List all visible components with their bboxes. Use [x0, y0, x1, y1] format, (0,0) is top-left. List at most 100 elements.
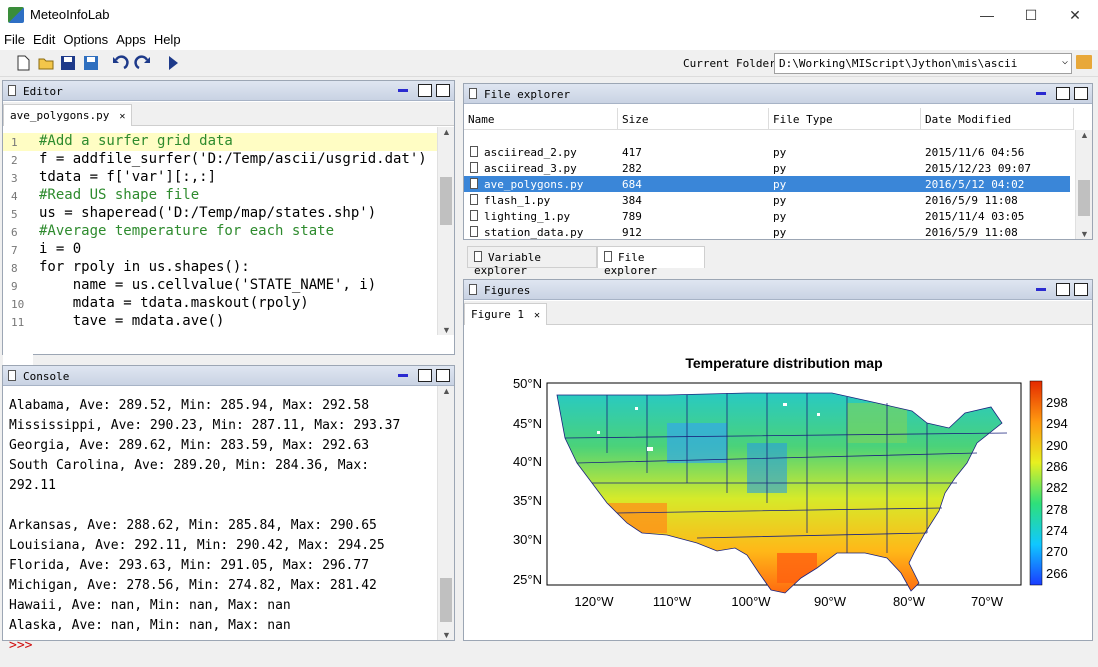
menu-options[interactable]: Options — [59, 30, 112, 47]
open-folder-icon[interactable] — [37, 54, 55, 72]
line-number: 11 — [11, 316, 25, 329]
line-number: 5 — [11, 208, 18, 221]
code-text: us = shaperead('D:/Temp/map/states.shp') — [39, 205, 377, 221]
minimize-panel-icon[interactable] — [1036, 288, 1046, 291]
colorbar-label: 266 — [1046, 566, 1068, 581]
file-date: 2016/5/9 11:08 — [925, 226, 1018, 239]
close-tab-icon[interactable]: ✕ — [534, 310, 540, 321]
file-explorer-scrollbar[interactable]: ▲ ▼ — [1075, 130, 1092, 239]
console-line: Louisiana, Ave: 292.11, Min: 290.42, Max… — [9, 538, 385, 553]
minimize-panel-icon[interactable] — [398, 89, 408, 92]
minimize-panel-icon[interactable] — [398, 374, 408, 377]
explorer-tabs: Variable explorer File explorer — [463, 246, 1093, 277]
save-as-icon[interactable] — [82, 54, 100, 72]
browse-folder-icon[interactable] — [1076, 55, 1092, 69]
column-header-date[interactable]: Date Modified — [921, 108, 1074, 130]
code-line[interactable]: 7 i = 0 — [3, 241, 439, 259]
tab-figure-1[interactable]: Figure 1 ✕ — [464, 303, 548, 325]
file-row[interactable]: lighting_1.py 789 py 2015/11/4 03:05 — [464, 208, 1070, 224]
menu-apps[interactable]: Apps — [112, 30, 150, 47]
undock-panel-icon[interactable] — [418, 369, 432, 382]
maximize-icon[interactable]: ☐ — [1016, 4, 1046, 26]
tab-ave-polygons[interactable]: ave_polygons.py ✕ — [3, 104, 133, 126]
panel-icon — [8, 370, 16, 381]
console-prompt[interactable]: >>> — [9, 638, 32, 653]
scroll-up-icon[interactable]: ▲ — [1076, 130, 1093, 140]
code-line[interactable]: 3 tdata = f['var'][:,:] — [3, 169, 439, 187]
menu-file[interactable]: File — [0, 30, 29, 47]
file-table: Name Size File Type Date Modified asciir… — [464, 108, 1074, 239]
chevron-down-icon[interactable]: ⌵ — [1062, 56, 1068, 67]
close-tab-icon[interactable]: ✕ — [119, 111, 125, 122]
redo-icon[interactable] — [134, 54, 152, 72]
column-header-type[interactable]: File Type — [769, 108, 921, 130]
code-line[interactable]: 4 #Read US shape file — [3, 187, 439, 205]
maximize-panel-icon[interactable] — [1074, 283, 1088, 296]
chart-title: Temperature distribution map — [685, 355, 882, 371]
new-file-icon[interactable] — [14, 54, 32, 72]
maximize-panel-icon[interactable] — [1074, 87, 1088, 100]
console-line: Alabama, Ave: 289.52, Min: 285.94, Max: … — [9, 398, 370, 413]
code-line[interactable]: 8 for rpoly in us.shapes(): — [3, 259, 439, 277]
colorbar-label: 282 — [1046, 480, 1068, 495]
tab-file-explorer[interactable]: File explorer — [597, 246, 705, 277]
scroll-thumb[interactable] — [1078, 180, 1090, 216]
editor-scrollbar[interactable]: ▲ ▼ — [437, 127, 454, 335]
scroll-down-icon[interactable]: ▼ — [438, 325, 455, 335]
menu-help[interactable]: Help — [150, 30, 185, 47]
code-line[interactable]: 5 us = shaperead('D:/Temp/map/states.shp'… — [3, 205, 439, 223]
file-type: py — [773, 146, 787, 159]
colorbar-label: 278 — [1046, 502, 1068, 517]
close-icon[interactable]: ✕ — [1060, 4, 1090, 26]
maximize-panel-icon[interactable] — [436, 369, 450, 382]
file-row[interactable]: station_data.py 912 py 2016/5/9 11:08 — [464, 224, 1070, 239]
maximize-panel-icon[interactable] — [436, 84, 450, 97]
column-header-size[interactable]: Size — [618, 108, 769, 130]
save-icon[interactable] — [59, 54, 77, 72]
file-size: 684 — [622, 178, 642, 191]
file-size: 417 — [622, 146, 642, 159]
lat-label: 40°N — [513, 454, 542, 469]
colorbar-label: 286 — [1046, 459, 1068, 474]
column-header-name[interactable]: Name — [464, 108, 618, 130]
undock-panel-icon[interactable] — [1056, 283, 1070, 296]
scroll-up-icon[interactable]: ▲ — [438, 386, 455, 396]
file-name: lighting_1.py — [484, 210, 571, 223]
file-list: asciiread_2.py 417 py 2015/11/6 04:56 as… — [464, 130, 1074, 239]
menu-edit[interactable]: Edit — [29, 30, 59, 47]
file-row-selected[interactable]: ave_polygons.py 684 py 2016/5/12 04:02 — [464, 176, 1070, 192]
scroll-thumb[interactable] — [440, 177, 452, 225]
code-line[interactable]: 2 f = addfile_surfer('D:/Temp/ascii/usgri… — [3, 151, 439, 169]
colorbar-label: 294 — [1046, 416, 1068, 431]
code-line[interactable]: 9 name = us.cellvalue('STATE_NAME', i) — [3, 277, 439, 295]
panel-controls — [398, 83, 450, 97]
code-line[interactable]: 11 tave = mdata.ave() — [3, 313, 439, 331]
console-scrollbar[interactable]: ▲ ▼ — [437, 386, 454, 640]
line-number: 7 — [11, 244, 18, 257]
console-line: Florida, Ave: 293.63, Min: 291.05, Max: … — [9, 558, 370, 573]
undock-panel-icon[interactable] — [1056, 87, 1070, 100]
code-line[interactable]: 1 #Add a surfer grid data — [3, 133, 439, 151]
code-line[interactable]: 10 mdata = tdata.maskout(rpoly) — [3, 295, 439, 313]
file-date: 2015/11/4 03:05 — [925, 210, 1025, 223]
scroll-down-icon[interactable]: ▼ — [1076, 229, 1093, 239]
undo-icon[interactable] — [111, 54, 129, 72]
minimize-panel-icon[interactable] — [1036, 92, 1046, 95]
file-row[interactable]: flash_1.py 384 py 2016/5/9 11:08 — [464, 192, 1070, 208]
code-line[interactable]: 6 #Average temperature for each state — [3, 223, 439, 241]
run-icon[interactable] — [164, 54, 182, 72]
console-output[interactable]: Alabama, Ave: 289.52, Min: 285.94, Max: … — [3, 386, 440, 653]
file-size: 789 — [622, 210, 642, 223]
line-number: 9 — [11, 280, 18, 293]
file-row[interactable]: asciiread_2.py 417 py 2015/11/6 04:56 — [464, 144, 1070, 160]
scroll-down-icon[interactable]: ▼ — [438, 630, 455, 640]
current-folder-input[interactable]: D:\Working\MIScript\Jython\mis\ascii ⌵ — [774, 53, 1072, 74]
tab-variable-explorer[interactable]: Variable explorer — [467, 246, 597, 277]
scroll-up-icon[interactable]: ▲ — [438, 127, 455, 137]
file-row[interactable]: asciiread_3.py 282 py 2015/12/23 09:07 — [464, 160, 1070, 176]
minimize-icon[interactable]: — — [972, 4, 1002, 26]
menu-bar: File Edit Options Apps Help — [0, 30, 1098, 50]
undock-panel-icon[interactable] — [418, 84, 432, 97]
lon-label: 90°W — [814, 594, 847, 609]
scroll-thumb[interactable] — [440, 578, 452, 622]
